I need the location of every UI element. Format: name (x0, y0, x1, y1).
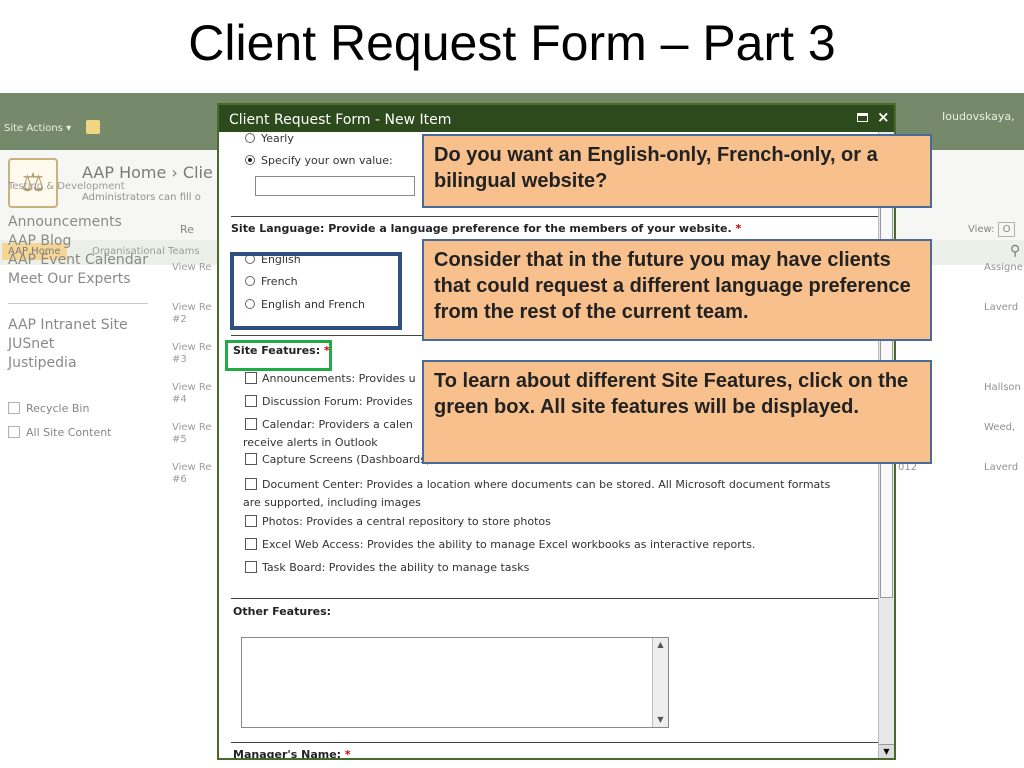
close-icon[interactable]: × (877, 108, 890, 126)
site-features-highlight-box[interactable] (225, 340, 332, 371)
radio-selected-icon (245, 155, 255, 165)
feature-checkbox[interactable]: Photos: Provides a central repository to… (245, 515, 551, 528)
site-language-label: Site Language: Provide a language prefer… (231, 222, 742, 235)
feature-checkbox[interactable]: Announcements: Provides u (245, 372, 416, 385)
feature-checkbox[interactable]: Document Center: Provides a location whe… (245, 478, 830, 491)
feature-checkbox[interactable]: Capture Screens (Dashboards): (245, 453, 434, 466)
radio-icon (245, 133, 255, 143)
checkbox-icon (245, 418, 257, 430)
specify-value-input[interactable] (255, 176, 415, 196)
checkbox-icon (245, 538, 257, 550)
checkbox-icon (245, 453, 257, 465)
section-divider (231, 216, 879, 217)
feature-checkbox[interactable]: Excel Web Access: Provides the ability t… (245, 538, 755, 551)
feature-checkbox[interactable]: Discussion Forum: Provides (245, 395, 413, 408)
scroll-down-icon[interactable]: ▼ (879, 744, 894, 758)
section-divider (231, 742, 879, 743)
radio-specify-value[interactable]: Specify your own value: (245, 154, 393, 167)
checkbox-icon (245, 478, 257, 490)
feature-checkbox[interactable]: Calendar: Providers a calen (245, 418, 413, 431)
maximize-icon[interactable] (857, 113, 868, 122)
scroll-down-icon[interactable]: ▼ (653, 713, 668, 727)
checkbox-icon (245, 395, 257, 407)
checkbox-icon (245, 515, 257, 527)
section-divider (231, 598, 879, 599)
scroll-up-icon[interactable]: ▲ (653, 638, 668, 652)
feature-description: are supported, including images (243, 496, 421, 509)
manager-name-label: Manager's Name: * (233, 748, 351, 758)
checkbox-icon (245, 561, 257, 573)
feature-description: receive alerts in Outlook (243, 436, 378, 449)
checkbox-icon (245, 372, 257, 384)
language-highlight-box (230, 252, 402, 330)
dialog-title: Client Request Form - New Item (219, 105, 894, 132)
callout-future-clients: Consider that in the future you may have… (422, 239, 932, 341)
slide-title: Client Request Form – Part 3 (188, 15, 836, 71)
radio-yearly[interactable]: Yearly (245, 132, 294, 145)
other-features-label: Other Features: (233, 605, 332, 618)
textarea-scrollbar[interactable]: ▲ ▼ (652, 638, 668, 727)
feature-checkbox[interactable]: Task Board: Provides the ability to mana… (245, 561, 529, 574)
callout-language-question: Do you want an English-only, French-only… (422, 134, 932, 208)
other-features-textarea[interactable]: ▲ ▼ (241, 637, 669, 728)
callout-site-features: To learn about different Site Features, … (422, 360, 932, 464)
